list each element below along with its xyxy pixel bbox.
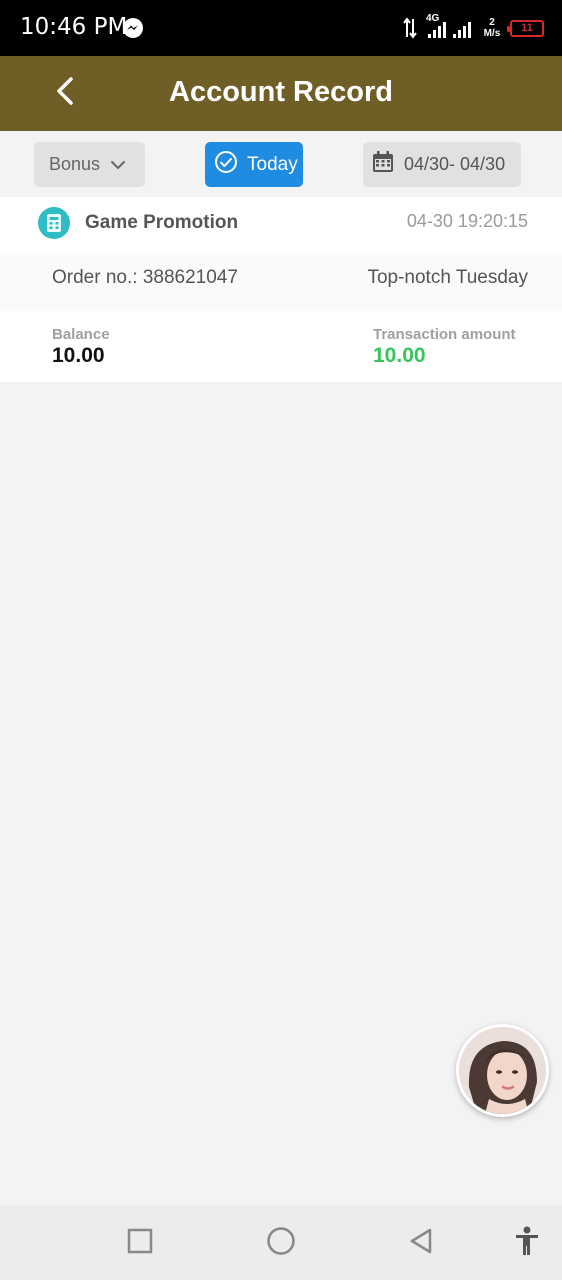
recent-apps-button[interactable] xyxy=(123,1226,157,1260)
accessibility-button[interactable] xyxy=(510,1226,544,1260)
record-header: Game Promotion 04-30 19:20:15 xyxy=(0,197,562,253)
check-circle-icon xyxy=(214,150,238,180)
speed-unit: M/s xyxy=(483,28,501,39)
battery-icon: 11 xyxy=(507,19,544,37)
customer-service-avatar[interactable] xyxy=(456,1024,549,1117)
date-range-label: 04/30- 04/30 xyxy=(404,154,506,174)
home-button[interactable] xyxy=(264,1226,298,1260)
record-type-label: Bonus xyxy=(49,154,101,174)
record-type: Game Promotion xyxy=(85,212,239,233)
accessibility-icon xyxy=(513,1226,541,1261)
system-nav-bar xyxy=(0,1205,562,1280)
record-details: Order no.: 388621047 Top-notch Tuesday xyxy=(0,253,562,311)
record-time: 04-30 19:20:15 xyxy=(406,211,528,231)
today-label: Today xyxy=(247,153,298,175)
network-speed: 2 M/s xyxy=(482,17,502,39)
record-remark: Top-notch Tuesday xyxy=(367,267,528,288)
record-type-select[interactable]: Bonus xyxy=(34,142,145,187)
status-time: 10:46 PM xyxy=(20,14,128,40)
calendar-icon xyxy=(372,151,394,178)
status-indicators: 4G 2 M/s 11 xyxy=(402,13,544,42)
transaction-amount-label: Transaction amount xyxy=(373,326,516,343)
back-nav-button[interactable] xyxy=(404,1226,438,1260)
triangle-back-icon xyxy=(408,1227,434,1260)
app-header: Account Record xyxy=(0,56,562,131)
record-amounts: Balance 10.00 Transaction amount 10.00 xyxy=(0,311,562,382)
date-range-picker[interactable]: 04/30- 04/30 xyxy=(363,142,521,187)
balance-value: 10.00 xyxy=(52,344,105,367)
filter-bar: Bonus Today 04/30- 04/30 xyxy=(0,131,562,197)
chevron-down-icon xyxy=(110,154,126,175)
transaction-amount-value: 10.00 xyxy=(373,344,426,367)
circle-icon xyxy=(266,1226,296,1261)
balance-label: Balance xyxy=(52,326,110,343)
status-bar: 10:46 PM 4G 2 M/s 11 xyxy=(0,0,562,56)
promotion-icon xyxy=(38,207,70,239)
signal-icon: 4G xyxy=(426,13,474,40)
today-button[interactable]: Today xyxy=(205,142,303,187)
page-title: Account Record xyxy=(169,76,393,108)
data-transfer-icon xyxy=(402,17,418,39)
speed-value: 2 xyxy=(489,17,495,28)
messenger-icon xyxy=(122,17,144,39)
square-icon xyxy=(127,1228,153,1259)
record-card[interactable]: Game Promotion 04-30 19:20:15 Order no.:… xyxy=(0,197,562,382)
order-number: Order no.: 388621047 xyxy=(52,267,238,288)
battery-level: 11 xyxy=(521,22,533,34)
